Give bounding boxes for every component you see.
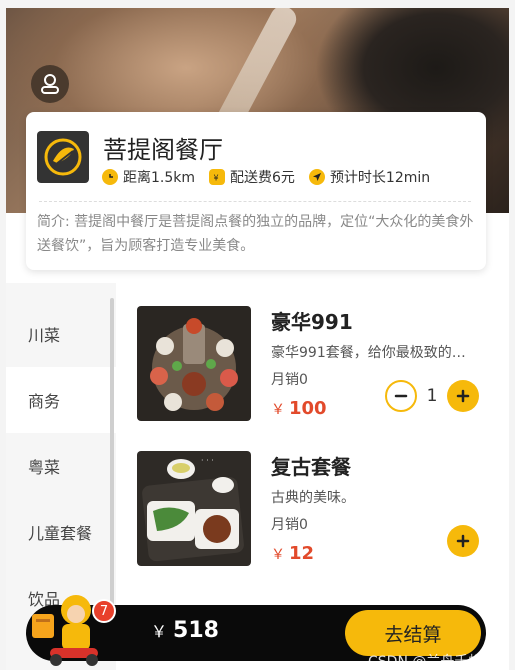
sidebar-scrollbar[interactable] bbox=[110, 298, 114, 618]
dish-item[interactable]: 豪华991 豪华991套餐，给你最极致的享受 月销0 ￥ 100 1 bbox=[137, 306, 497, 426]
distance-info: 距离1.5km bbox=[102, 167, 195, 187]
decrease-button[interactable] bbox=[385, 380, 417, 412]
sidebar-item-label: 川菜 bbox=[28, 326, 61, 345]
increase-button[interactable] bbox=[447, 380, 479, 412]
dish-description: 古典的美味。 bbox=[271, 490, 355, 506]
cart-count-badge: 7 bbox=[92, 599, 116, 623]
sidebar-item-cantonese[interactable]: 粤菜 bbox=[6, 433, 116, 499]
quantity-stepper bbox=[447, 525, 479, 557]
sidebar-item-label: 商务 bbox=[28, 392, 61, 411]
dish-title: 复古套餐 bbox=[271, 455, 351, 479]
distance-text: 距离1.5km bbox=[123, 170, 196, 186]
clock-icon bbox=[102, 169, 118, 185]
svg-text:¥: ¥ bbox=[214, 174, 219, 183]
price-value: 12 bbox=[289, 543, 315, 564]
dish-price: ￥ 100 bbox=[271, 398, 327, 419]
user-icon bbox=[41, 74, 59, 94]
dish-image-hotpot bbox=[137, 306, 251, 421]
minus-icon bbox=[394, 394, 408, 398]
card-divider bbox=[39, 201, 471, 202]
cart-total-value: 518 bbox=[173, 618, 219, 643]
shop-name: 菩提阁餐厅 bbox=[103, 136, 223, 164]
watermark: CSDN @兰舟千帆 bbox=[368, 654, 483, 670]
delivery-courier-icon[interactable] bbox=[28, 588, 104, 668]
currency-symbol: ￥ bbox=[151, 622, 168, 641]
currency-symbol: ￥ bbox=[271, 547, 285, 563]
quantity-stepper: 1 bbox=[385, 380, 479, 412]
app-frame: 菩提阁餐厅 距离1.5km ¥ 配送费6元 预计时长12min 简介: 菩提阁中… bbox=[6, 8, 509, 670]
plus-icon bbox=[456, 389, 470, 403]
svg-text:· · ·: · · · bbox=[201, 456, 214, 465]
currency-symbol: ￥ bbox=[271, 402, 285, 418]
shop-logo-icon bbox=[44, 138, 82, 176]
navigation-icon bbox=[308, 169, 325, 185]
plus-icon bbox=[456, 534, 470, 548]
cart-total: ￥ 518 bbox=[151, 618, 219, 643]
sidebar-item-label: 粤菜 bbox=[28, 458, 61, 477]
checkout-button[interactable]: 去结算 bbox=[345, 610, 481, 656]
user-avatar[interactable] bbox=[31, 65, 69, 103]
quantity-value: 1 bbox=[426, 386, 438, 406]
sidebar-item-label: 儿童套餐 bbox=[28, 524, 93, 543]
price-value: 100 bbox=[289, 398, 327, 419]
dish-description: 豪华991套餐，给你最极致的享受 bbox=[271, 345, 471, 361]
sidebar-item-sichuan[interactable]: 川菜 bbox=[6, 301, 116, 367]
delivery-fee-info: ¥ 配送费6元 bbox=[209, 167, 295, 187]
eta-text: 预计时长12min bbox=[329, 170, 431, 186]
shop-info-card: 菩提阁餐厅 距离1.5km ¥ 配送费6元 预计时长12min 简介: 菩提阁中… bbox=[26, 112, 486, 270]
delivery-fee-text: 配送费6元 bbox=[230, 170, 295, 186]
dish-monthly-sales: 月销0 bbox=[271, 372, 308, 388]
shop-meta: 距离1.5km ¥ 配送费6元 预计时长12min bbox=[102, 167, 430, 187]
dish-title: 豪华991 bbox=[271, 310, 353, 334]
sidebar-item-business[interactable]: 商务 bbox=[6, 367, 116, 433]
dish-item[interactable]: · · · 复古套餐 古典的美味。 月销0 ￥ 12 bbox=[137, 451, 497, 571]
dish-price: ￥ 12 bbox=[271, 543, 314, 564]
sidebar-item-kids-meal[interactable]: 儿童套餐 bbox=[6, 499, 116, 565]
shop-logo bbox=[37, 131, 89, 183]
dish-image-retro-set: · · · bbox=[137, 451, 251, 566]
shop-intro: 简介: 菩提阁中餐厅是菩提阁点餐的独立的品牌，定位“大众化的美食外送餐饮”，旨为… bbox=[37, 214, 474, 254]
increase-button[interactable] bbox=[447, 525, 479, 557]
dish-monthly-sales: 月销0 bbox=[271, 517, 308, 533]
money-bag-icon: ¥ bbox=[209, 169, 226, 185]
eta-info: 预计时长12min bbox=[308, 167, 431, 187]
